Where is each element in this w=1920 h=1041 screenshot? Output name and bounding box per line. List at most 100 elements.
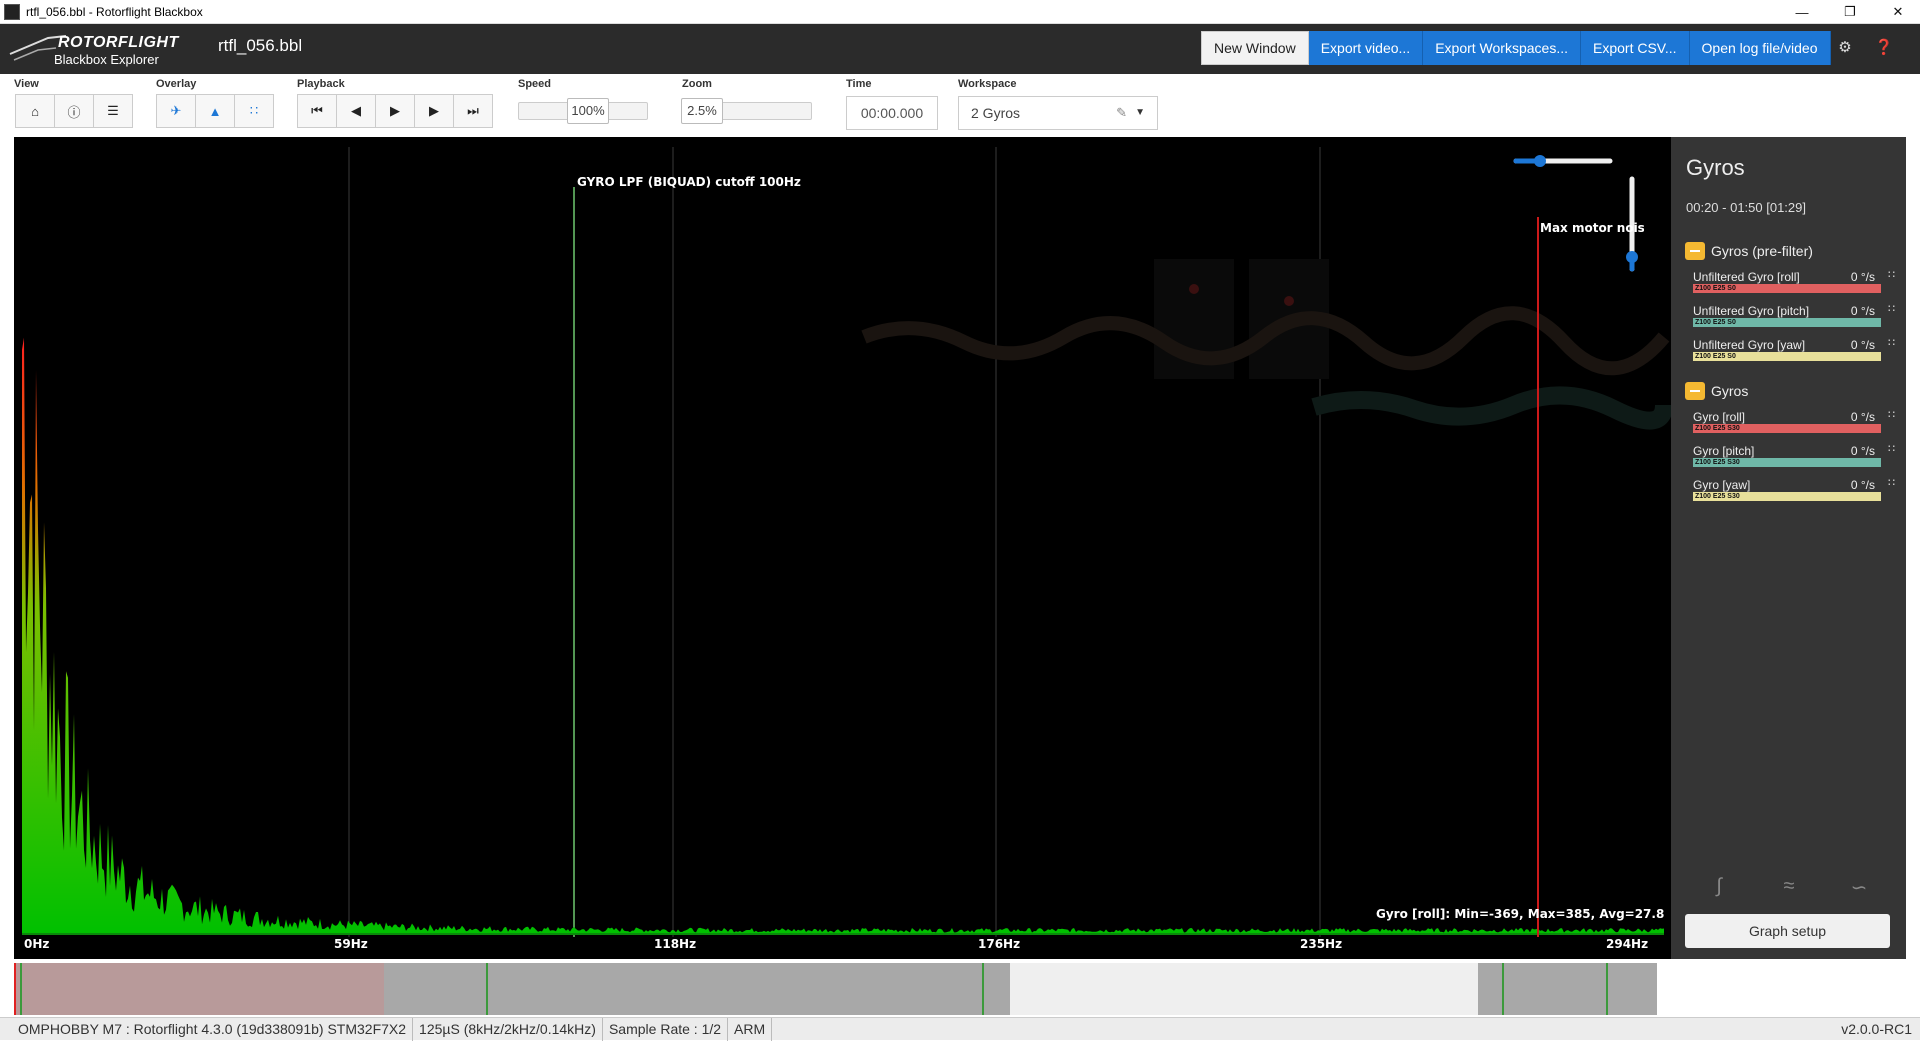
step-back-icon: ◀ (351, 103, 361, 118)
graph-stats-label: Gyro [roll]: Min=-369, Max=385, Avg=27.8 (1376, 907, 1665, 921)
jump-start-button[interactable]: ⏮ (297, 94, 337, 128)
overlay-button-group: ✈ ▲ ∷ (156, 94, 274, 128)
close-icon[interactable]: ✕ (1878, 0, 1918, 24)
log-timeline[interactable] (14, 963, 1657, 1015)
speed-value[interactable]: 100% (567, 98, 609, 124)
app-header: ROTORFLIGHT Blackbox Explorer rtfl_056.b… (0, 24, 1920, 74)
step-forward-button[interactable]: ▶ (414, 94, 454, 128)
field-scale-bar: Z100 E25 S0 (1693, 352, 1881, 361)
spectrum-toggle-icon[interactable]: ∷ (1888, 302, 1895, 315)
group-name: Gyros (pre-filter) (1711, 243, 1813, 259)
overlay-label: Overlay (156, 78, 197, 90)
legend-field[interactable]: Unfiltered Gyro [pitch] 0 °/s ∷ Z100 E25… (1693, 296, 1895, 330)
timeline-event-marker (1606, 963, 1608, 1015)
zoom-label: Zoom (682, 78, 712, 90)
freq-label: 294Hz (1606, 937, 1649, 951)
field-scale-bar: Z100 E25 S30 (1693, 458, 1881, 467)
faint-stick-dot-left (1189, 284, 1199, 294)
field-value: 0 °/s (1850, 270, 1875, 284)
field-scale-bar: Z100 E25 S0 (1693, 284, 1881, 293)
graph-setup-button[interactable]: Graph setup (1685, 914, 1890, 948)
pencil-icon[interactable]: ✎ (1116, 97, 1127, 129)
minimize-icon[interactable]: — (1782, 0, 1822, 24)
spectrum-toggle-icon[interactable]: ∷ (1888, 442, 1895, 455)
group-header[interactable]: Gyros (1685, 380, 1895, 402)
group-header[interactable]: Gyros (pre-filter) (1685, 240, 1895, 262)
step-back-button[interactable]: ◀ (336, 94, 376, 128)
timeline-segment (1010, 963, 1478, 1015)
spectrum-toggle-icon[interactable]: ∷ (1888, 336, 1895, 349)
field-name: Gyro [yaw] (1693, 478, 1751, 492)
open-log-button[interactable]: Open log file/video (1689, 31, 1831, 65)
speed-slider[interactable]: 100% (518, 98, 648, 124)
legend-field[interactable]: Unfiltered Gyro [roll] 0 °/s ∷ Z100 E25 … (1693, 262, 1895, 296)
playback-button-group: ⏮ ◀ ▶ ▶ ⏭ (297, 94, 493, 128)
export-workspaces-button[interactable]: Export Workspaces... (1423, 31, 1581, 65)
timeline-event-marker (486, 963, 488, 1015)
field-name: Gyro [pitch] (1693, 444, 1755, 458)
view-label: View (14, 78, 39, 90)
home-icon: ⌂ (31, 103, 39, 119)
window-title-bar: rtfl_056.bbl - Rotorflight Blackbox — ❐ … (0, 0, 1920, 24)
legend-field[interactable]: Unfiltered Gyro [yaw] 0 °/s ∷ Z100 E25 S… (1693, 330, 1895, 364)
home-button[interactable]: ⌂ (15, 94, 55, 128)
freq-label: 59Hz (334, 937, 368, 951)
freq-label: 176Hz (978, 937, 1021, 951)
restore-icon[interactable]: ❐ (1830, 0, 1870, 24)
craft-overlay-button[interactable]: ✈ (156, 94, 196, 128)
spectrum-toggle-icon[interactable]: ∷ (1888, 408, 1895, 421)
speed-label: Speed (518, 78, 552, 90)
log-filename: rtfl_056.bbl (218, 36, 303, 55)
time-input[interactable]: 00:00.000 (846, 96, 938, 130)
caret-down-icon[interactable]: ▼ (1135, 97, 1145, 129)
horizontal-zoom-handle[interactable] (1534, 155, 1546, 167)
play-button[interactable]: ▶ (375, 94, 415, 128)
zoom-value[interactable]: 2.5% (681, 98, 723, 124)
app-icon (4, 3, 20, 20)
field-value: 0 °/s (1850, 444, 1875, 458)
log-list-button[interactable]: ☰ (93, 94, 133, 128)
timeline-cursor[interactable] (14, 963, 16, 1015)
export-video-button[interactable]: Export video... (1308, 31, 1424, 65)
spectrum-toggle-icon[interactable]: ∷ (1888, 476, 1895, 489)
spectrum-toggle-icon[interactable]: ∷ (1888, 268, 1895, 281)
legend-field[interactable]: Gyro [pitch] 0 °/s ∷ Z100 E25 S30 (1693, 436, 1895, 470)
field-name: Unfiltered Gyro [pitch] (1693, 304, 1810, 318)
field-name: Unfiltered Gyro [roll] (1693, 270, 1800, 284)
legend-panel: Gyros 00:20 - 01:50 [01:29] Gyros (pre-f… (1671, 137, 1906, 959)
legend-field[interactable]: Gyro [yaw] 0 °/s ∷ Z100 E25 S30 (1693, 470, 1895, 504)
info-button[interactable]: ⓘ (54, 94, 94, 128)
workspace-label: Workspace (958, 78, 1017, 90)
new-window-button[interactable]: New Window (1201, 31, 1309, 65)
export-csv-button[interactable]: Export CSV... (1581, 31, 1690, 65)
field-name: Gyro [roll] (1693, 410, 1746, 424)
spectrum-mode-icon[interactable]: ∫ (1704, 875, 1734, 899)
collapse-group-icon[interactable] (1685, 242, 1705, 260)
step-forward-icon: ▶ (429, 103, 439, 118)
freq-label: 118Hz (654, 937, 697, 951)
help-icon[interactable]: ❓ (1874, 38, 1894, 58)
field-value: 0 °/s (1850, 410, 1875, 424)
jump-end-button[interactable]: ⏭ (453, 94, 493, 128)
waveform-mode-icon[interactable]: ≈ (1774, 875, 1804, 899)
analyser-overlay-button[interactable]: ∷ (234, 94, 274, 128)
gear-icon[interactable]: ⚙ (1835, 38, 1855, 58)
status-bar: OMPHOBBY M7 : Rotorflight 4.3.0 (19d3380… (0, 1017, 1920, 1041)
logo-title: ROTORFLIGHT (58, 34, 179, 51)
view-button-group: ⌂ ⓘ ☰ (15, 94, 133, 128)
spectrum-area (22, 337, 1664, 935)
vertical-zoom-handle[interactable] (1626, 251, 1638, 263)
zoom-slider[interactable]: 2.5% (681, 98, 812, 124)
craft-icon: ✈ (170, 103, 182, 118)
spectrum-graph[interactable]: GYRO LPF (BIQUAD) cutoff 100Hz Max motor… (14, 137, 1671, 959)
timeline-event-marker (982, 963, 984, 1015)
legend-field[interactable]: Gyro [roll] 0 °/s ∷ Z100 E25 S30 (1693, 402, 1895, 436)
workspace-select[interactable]: 2 Gyros ✎ ▼ (958, 96, 1158, 130)
list-icon: ☰ (107, 103, 119, 118)
collapse-group-icon[interactable] (1685, 382, 1705, 400)
freq-label: 0Hz (24, 937, 50, 951)
sticks-overlay-button[interactable]: ▲ (195, 94, 235, 128)
app-version: v2.0.0-RC1 (1841, 1021, 1912, 1037)
curve-mode-icon[interactable]: ∽ (1844, 875, 1874, 899)
field-group-prefilter: Gyros (pre-filter) Unfiltered Gyro [roll… (1685, 240, 1895, 364)
